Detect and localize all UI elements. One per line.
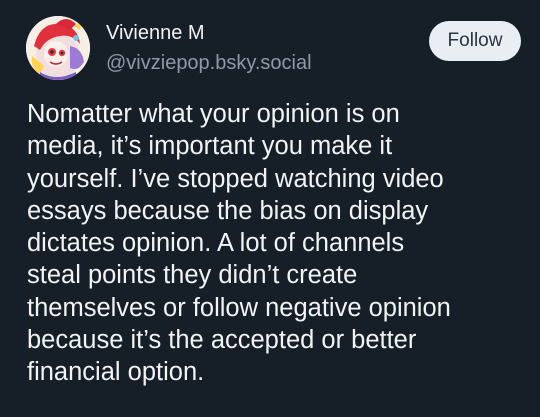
post-text-line: because it’s the accepted or better bbox=[27, 326, 417, 355]
post-text-line: Nomatter what your opinion is on bbox=[27, 100, 400, 128]
follow-button[interactable]: Follow bbox=[429, 21, 521, 61]
avatar-image bbox=[26, 16, 90, 80]
post-text-line: dictates opinion. A lot of channels bbox=[27, 229, 405, 258]
post-text-line: essays because the bias on display bbox=[27, 196, 429, 225]
author-handle[interactable]: @vivziepop.bsky.social bbox=[106, 52, 312, 75]
post-text-line: financial option. bbox=[27, 358, 205, 387]
post-text: Nomatter what your opinion is on media, … bbox=[27, 98, 533, 389]
author-display-name[interactable]: Vivienne M bbox=[106, 22, 205, 45]
post-text-line: steal points they didn’t create bbox=[27, 261, 358, 290]
post-card: Vivienne M @vivziepop.bsky.social Follow… bbox=[0, 0, 540, 417]
avatar[interactable] bbox=[26, 16, 90, 80]
post-text-line: themselves or follow negative opinion bbox=[27, 293, 451, 322]
post-text-line: yourself. I’ve stopped watching video bbox=[27, 164, 444, 193]
post-text-line: media, it’s important you make it bbox=[27, 132, 393, 161]
